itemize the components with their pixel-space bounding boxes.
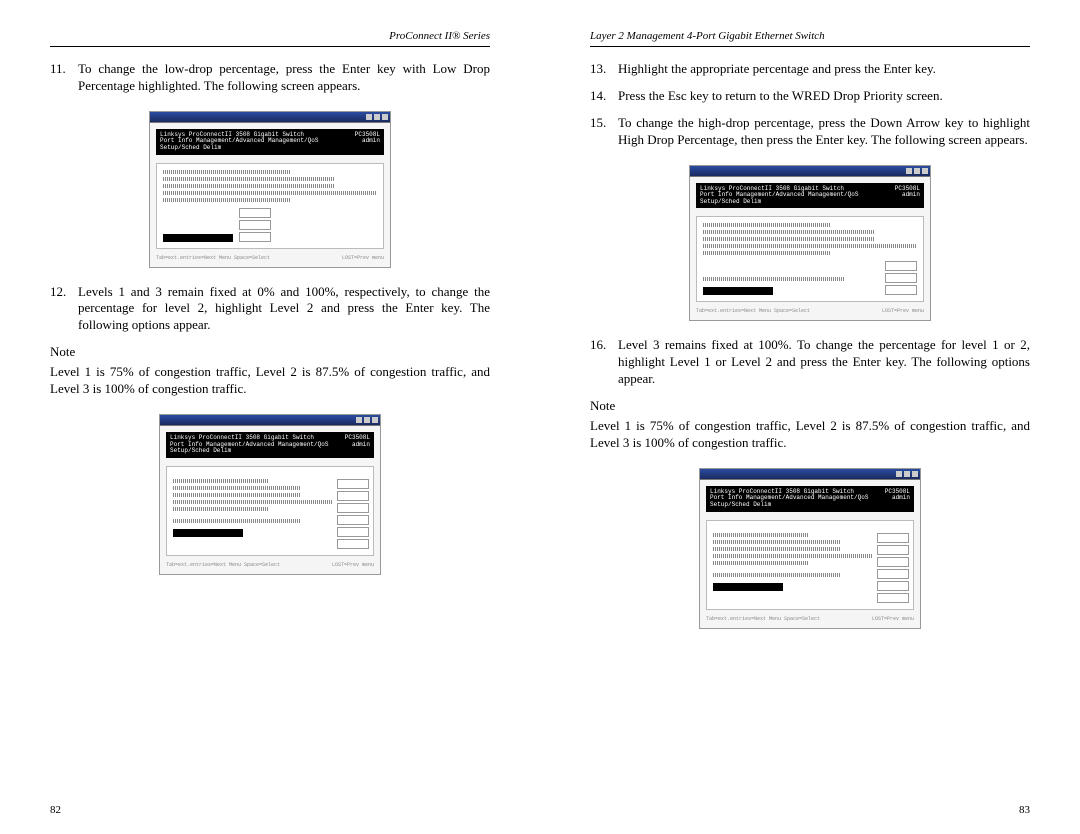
figure-high-drop: Linksys ProConnectII 3508 Gigabit Switch… xyxy=(590,165,1030,322)
mock-blackbar: Linksys ProConnectII 3508 Gigabit Switch… xyxy=(156,129,384,155)
mock-titlebar xyxy=(690,166,930,177)
low-drop-highlight xyxy=(163,234,233,242)
mock-window: Linksys ProConnectII 3508 Gigabit Switch… xyxy=(689,165,931,322)
mock-inner xyxy=(706,520,914,610)
mock-footer: Tab=ext.entries=Next Menu Space=Select L… xyxy=(706,616,914,622)
step-11-text: To change the low-drop percentage, press… xyxy=(78,61,490,95)
left-header: ProConnect II® Series xyxy=(50,30,490,47)
mock-window: Linksys ProConnectII 3508 Gigabit Switch… xyxy=(159,414,381,575)
step-12-num: 12. xyxy=(50,284,78,335)
figure-low-drop: Linksys ProConnectII 3508 Gigabit Switch… xyxy=(50,111,490,268)
page-number-right: 83 xyxy=(1019,804,1030,816)
step-15: 15. To change the high-drop percentage, … xyxy=(590,115,1030,149)
mock-inner xyxy=(156,163,384,249)
right-page: Layer 2 Management 4-Port Gigabit Ethern… xyxy=(540,0,1080,834)
step-16: 16. Level 3 remains fixed at 100%. To ch… xyxy=(590,337,1030,388)
mock-footer: Tab=ext.entries=Next Menu Space=Select L… xyxy=(166,562,374,568)
mock-blackbar: Linksys ProConnectII 3508 Gigabit Switch… xyxy=(166,432,374,458)
step-14: 14. Press the Esc key to return to the W… xyxy=(590,88,1030,105)
mock-titlebar xyxy=(700,469,920,480)
note-label-left: Note xyxy=(50,344,490,360)
step-12-text: Levels 1 and 3 remain fixed at 0% and 10… xyxy=(78,284,490,335)
page-number-left: 82 xyxy=(50,804,61,816)
mock-blackbar: Linksys ProConnectII 3508 Gigabit Switch… xyxy=(706,486,914,512)
step-11-num: 11. xyxy=(50,61,78,95)
mock-titlebar xyxy=(160,415,380,426)
mock-window: Linksys ProConnectII 3508 Gigabit Switch… xyxy=(699,468,921,629)
mock-inner xyxy=(166,466,374,556)
figure-level-options-left: Linksys ProConnectII 3508 Gigabit Switch… xyxy=(50,414,490,575)
step-11: 11. To change the low-drop percentage, p… xyxy=(50,61,490,95)
mock-titlebar xyxy=(150,112,390,123)
figure-level-options-right: Linksys ProConnectII 3508 Gigabit Switch… xyxy=(590,468,1030,629)
note-label-right: Note xyxy=(590,398,1030,414)
mock-window: Linksys ProConnectII 3508 Gigabit Switch… xyxy=(149,111,391,268)
mock-inner xyxy=(696,216,924,302)
note-body-left: Level 1 is 75% of congestion traffic, Le… xyxy=(50,364,490,398)
left-header-text: ProConnect II® Series xyxy=(389,30,490,42)
right-header: Layer 2 Management 4-Port Gigabit Ethern… xyxy=(590,30,1030,47)
mock-footer: Tab=ext.entries=Next Menu Space=Select L… xyxy=(156,255,384,261)
high-drop-highlight xyxy=(703,287,773,295)
mock-blackbar: Linksys ProConnectII 3508 Gigabit Switch… xyxy=(696,183,924,209)
step-12: 12. Levels 1 and 3 remain fixed at 0% an… xyxy=(50,284,490,335)
mock-footer: Tab=ext.entries=Next Menu Space=Select L… xyxy=(696,308,924,314)
note-body-right: Level 1 is 75% of congestion traffic, Le… xyxy=(590,418,1030,452)
left-page: ProConnect II® Series 11. To change the … xyxy=(0,0,540,834)
step-13: 13. Highlight the appropriate percentage… xyxy=(590,61,1030,78)
